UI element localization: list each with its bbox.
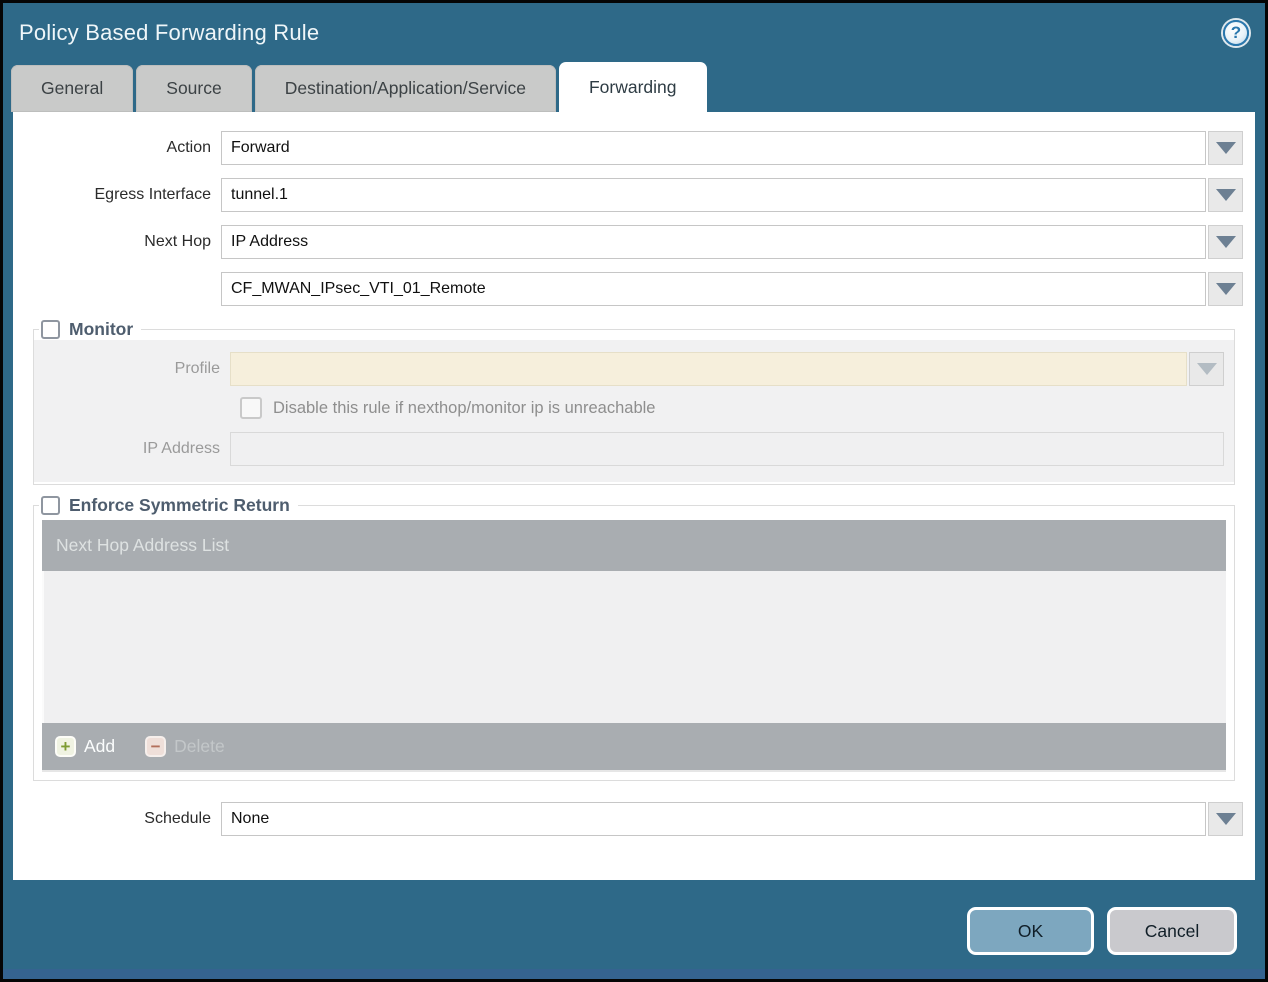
delete-button: − Delete — [145, 736, 225, 757]
action-row: Action Forward — [13, 131, 1255, 165]
monitor-ip-address-label: IP Address — [142, 440, 220, 457]
next-hop-row: Next Hop IP Address — [13, 225, 1255, 259]
enforce-symmetric-return-legend: Enforce Symmetric Return — [39, 495, 298, 516]
monitor-ip-address-input — [230, 432, 1224, 466]
dialog-title: Policy Based Forwarding Rule — [19, 19, 320, 45]
schedule-label: Schedule — [144, 810, 211, 827]
table-toolbar: + Add − Delete — [42, 723, 1226, 770]
action-dropdown-button[interactable] — [1208, 131, 1243, 165]
disable-rule-label: Disable this rule if nexthop/monitor ip … — [273, 398, 656, 417]
delete-button-label: Delete — [174, 736, 225, 756]
schedule-value: None — [221, 802, 1206, 836]
next-hop-label: Next Hop — [144, 233, 211, 250]
profile-row: Profile — [34, 352, 1234, 386]
disable-rule-checkbox — [240, 397, 262, 419]
next-hop-address-dropdown-button[interactable] — [1208, 272, 1243, 306]
monitor-checkbox[interactable] — [41, 320, 60, 339]
tab-destination-application-service[interactable]: Destination/Application/Service — [254, 65, 556, 112]
enforce-symmetric-return-group: Enforce Symmetric Return Next Hop Addres… — [33, 495, 1235, 781]
profile-label: Profile — [174, 360, 220, 377]
disable-rule-row: Disable this rule if nexthop/monitor ip … — [34, 397, 1234, 419]
dialog-footer: OK Cancel — [3, 880, 1265, 955]
egress-interface-dropdown-button[interactable] — [1208, 178, 1243, 212]
schedule-dropdown-button[interactable] — [1208, 802, 1243, 836]
egress-interface-value: tunnel.1 — [221, 178, 1206, 212]
enforce-symmetric-return-label: Enforce Symmetric Return — [69, 495, 290, 515]
egress-interface-row: Egress Interface tunnel.1 — [13, 178, 1255, 212]
table-body[interactable] — [42, 571, 1226, 723]
enforce-symmetric-return-checkbox[interactable] — [41, 496, 60, 515]
next-hop-dropdown-button[interactable] — [1208, 225, 1243, 259]
profile-select — [230, 352, 1224, 386]
monitor-panel: Profile Disable this rule if nexthop/mon… — [34, 340, 1234, 482]
next-hop-address-value: CF_MWAN_IPsec_VTI_01_Remote — [221, 272, 1206, 306]
plus-icon: + — [55, 736, 76, 757]
cancel-button[interactable]: Cancel — [1107, 907, 1237, 955]
next-hop-address-row: CF_MWAN_IPsec_VTI_01_Remote — [13, 272, 1255, 306]
chevron-down-icon — [1215, 283, 1236, 295]
chevron-down-icon — [1196, 363, 1217, 375]
chevron-down-icon — [1215, 813, 1236, 825]
help-icon[interactable]: ? — [1223, 19, 1249, 46]
next-hop-value: IP Address — [221, 225, 1206, 259]
tab-general[interactable]: General — [11, 65, 134, 112]
tab-source[interactable]: Source — [136, 65, 252, 112]
question-mark-glyph: ? — [1230, 23, 1242, 42]
next-hop-select[interactable]: IP Address — [221, 225, 1243, 259]
action-value: Forward — [221, 131, 1206, 165]
schedule-select[interactable]: None — [221, 802, 1243, 836]
tab-bar: General Source Destination/Application/S… — [3, 62, 1265, 112]
profile-dropdown-button — [1189, 352, 1224, 386]
chevron-down-icon — [1215, 142, 1236, 154]
profile-value — [230, 352, 1187, 386]
schedule-row: Schedule None — [13, 802, 1255, 836]
egress-interface-select[interactable]: tunnel.1 — [221, 178, 1243, 212]
add-button-label: Add — [84, 736, 116, 756]
egress-interface-label: Egress Interface — [94, 186, 212, 203]
action-select[interactable]: Forward — [221, 131, 1243, 165]
add-button[interactable]: + Add — [55, 736, 115, 757]
monitor-label: Monitor — [69, 319, 134, 339]
forwarding-tab-panel: Action Forward Egress Interface tunnel.1… — [13, 112, 1255, 880]
minus-icon: − — [145, 736, 167, 757]
ok-button[interactable]: OK — [967, 907, 1094, 955]
monitor-legend: Monitor — [39, 319, 141, 340]
next-hop-address-select[interactable]: CF_MWAN_IPsec_VTI_01_Remote — [221, 272, 1243, 306]
table-header: Next Hop Address List — [42, 520, 1226, 571]
chevron-down-icon — [1215, 236, 1236, 248]
tab-forwarding[interactable]: Forwarding — [558, 62, 707, 112]
chevron-down-icon — [1215, 189, 1236, 201]
dialog-titlebar: Policy Based Forwarding Rule ? — [3, 3, 1265, 62]
action-label: Action — [166, 139, 211, 156]
table-header-label: Next Hop Address List — [56, 535, 230, 555]
next-hop-address-list-table: Next Hop Address List + Add − Delete — [42, 520, 1226, 772]
monitor-ip-address-row: IP Address — [34, 432, 1234, 466]
window-bottom-strip — [3, 969, 1265, 979]
monitor-group: Monitor Profile Disable this rule if nex… — [33, 319, 1235, 485]
